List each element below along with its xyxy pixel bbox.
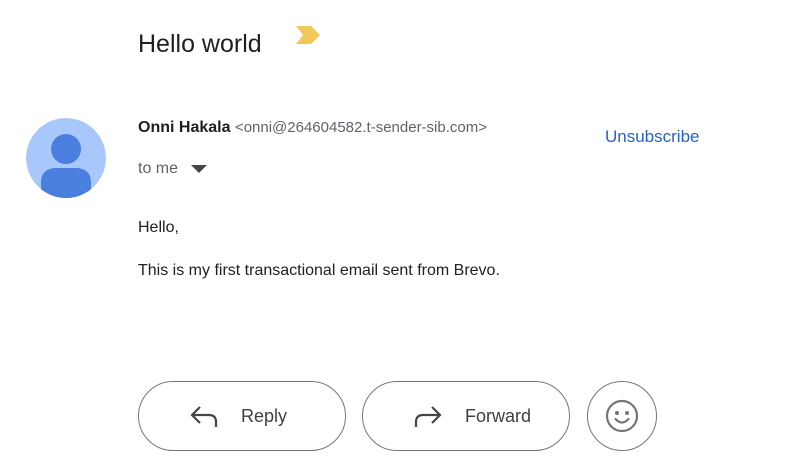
forward-icon: [414, 406, 442, 427]
reply-icon: [190, 406, 218, 427]
avatar[interactable]: [26, 118, 106, 198]
sender-name[interactable]: Onni Hakala: [138, 119, 230, 136]
recipient-line: to me: [138, 160, 208, 178]
recipient-label: to me: [138, 160, 179, 177]
body-greeting: Hello,: [138, 219, 179, 236]
email-subject: Hello world: [138, 30, 262, 58]
forward-label: Forward: [465, 405, 532, 426]
importance-marker-icon[interactable]: [295, 25, 321, 45]
body-text: This is my first transactional email sen…: [138, 262, 500, 279]
forward-button[interactable]: Forward: [362, 381, 570, 451]
sender-line: Onni Hakala <onni@264604582.t-sender-sib…: [138, 119, 487, 137]
reply-button[interactable]: Reply: [138, 381, 346, 451]
emoji-reaction-button[interactable]: [587, 381, 657, 451]
unsubscribe-link[interactable]: Unsubscribe: [605, 127, 700, 147]
reply-label: Reply: [241, 405, 288, 426]
emoji-reaction-icon: [605, 399, 639, 433]
caret-down-icon[interactable]: [190, 164, 208, 174]
sender-email: <onni@264604582.t-sender-sib.com>: [234, 119, 487, 136]
